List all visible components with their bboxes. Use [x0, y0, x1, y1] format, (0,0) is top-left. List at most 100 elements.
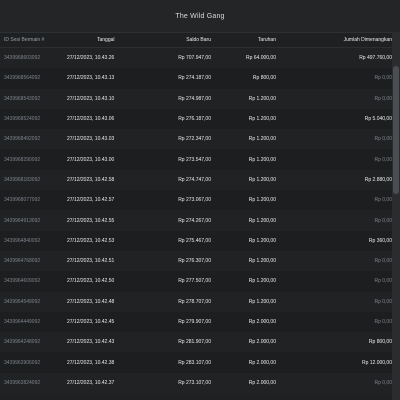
table-body: 3439968603092 27/12/2023, 10.43.26 Rp 707.… — [0, 48, 392, 394]
date-cell: 27/12/2023, 10.42.53 — [67, 237, 115, 244]
session-id-cell[interactable]: 3439964768092 — [0, 258, 67, 264]
date-cell: 27/12/2023, 10.43.26 — [67, 55, 115, 62]
win-cell: Rp 360,00 — [368, 237, 392, 244]
table-row[interactable]: 3439968603092 27/12/2023, 10.43.26 Rp 707.… — [0, 48, 392, 69]
date-cell: 27/12/2023, 10.42.45 — [67, 319, 115, 325]
win-cell: Rp 0,00 — [374, 156, 392, 163]
win-cell: Rp 0,00 — [374, 298, 392, 305]
balance-cell: Rp 276.187,00 — [178, 116, 211, 123]
session-id-cell[interactable]: 3439968524092 — [0, 116, 67, 122]
date-cell: 27/12/2023, 10.43.10 — [67, 95, 115, 102]
win-cell: Rp 0,00 — [374, 95, 392, 102]
session-id-cell[interactable]: 3439968564092 — [0, 75, 67, 81]
game-history-window: The Wild Gang ID Sesi Bermain # Tanggal … — [0, 0, 400, 400]
table-row[interactable]: 3439964609092 27/12/2023, 10.42.50 Rp 277.… — [0, 271, 392, 292]
session-id-cell[interactable]: 3439968290092 — [0, 157, 67, 163]
session-id-cell[interactable]: 3439968543092 — [0, 96, 67, 102]
date-cell: 27/12/2023, 10.42.37 — [67, 379, 115, 386]
table-row[interactable]: 3439964840092 27/12/2023, 10.42.53 Rp 275.… — [0, 230, 392, 251]
date-cell: 27/12/2023, 10.43.03 — [67, 136, 115, 143]
session-id-cell[interactable]: 3439968603092 — [0, 55, 67, 61]
table-row[interactable]: 3439968183092 27/12/2023, 10.42.58 Rp 274.… — [0, 169, 392, 191]
bet-cell: Rp 2.000,00 — [248, 379, 276, 386]
table-header: ID Sesi Bermain # Tanggal Saldo Baru Tar… — [0, 33, 392, 48]
balance-cell: Rp 274.987,00 — [178, 95, 211, 102]
session-id-cell[interactable]: 3439964913092 — [0, 218, 67, 224]
win-cell: Rp 0,00 — [374, 258, 392, 265]
session-id-cell[interactable]: 3439964840092 — [0, 238, 67, 244]
session-id-cell[interactable]: 3439968492092 — [0, 136, 67, 142]
table-row[interactable]: 3439964248092 27/12/2023, 10.42.43 Rp 281.… — [0, 332, 392, 353]
bet-cell: Rp 1.200,00 — [248, 217, 276, 224]
bet-cell: Rp 2.000,00 — [248, 359, 276, 366]
balance-cell: Rp 707.947,00 — [178, 55, 211, 62]
table-row[interactable]: 3439968524092 27/12/2023, 10.43.06 Rp 276.… — [0, 108, 392, 130]
session-id-cell[interactable]: 3439964449092 — [0, 319, 67, 325]
history-table: ID Sesi Bermain # Tanggal Saldo Baru Tar… — [0, 33, 392, 394]
session-id-cell[interactable]: 3439968077092 — [0, 197, 67, 203]
balance-cell: Rp 272.347,00 — [178, 136, 211, 143]
table-row[interactable]: 3439963824092 27/12/2023, 10.42.37 Rp 273.… — [0, 372, 392, 394]
win-cell: Rp 0,00 — [374, 136, 392, 143]
header-bet: Taruhan — [257, 37, 276, 43]
table-row[interactable]: 3439963906092 27/12/2023, 10.42.38 Rp 283.… — [0, 352, 392, 373]
date-cell: 27/12/2023, 10.43.13 — [67, 75, 115, 82]
table-row[interactable]: 3439968077092 27/12/2023, 10.42.57 Rp 273.… — [0, 190, 392, 211]
session-id-cell[interactable]: 3439963824092 — [0, 380, 67, 386]
win-cell: Rp 2.880,00 — [364, 176, 392, 183]
bet-cell: Rp 1.200,00 — [248, 237, 276, 244]
balance-cell: Rp 273.067,00 — [178, 197, 211, 204]
win-cell: Rp 497.760,00 — [359, 55, 392, 62]
bet-cell: Rp 1.200,00 — [248, 116, 276, 123]
window-title: The Wild Gang — [175, 12, 225, 20]
bet-cell: Rp 2.000,00 — [248, 339, 276, 346]
date-cell: 27/12/2023, 10.42.55 — [67, 217, 115, 224]
table-row[interactable]: 3439964768092 27/12/2023, 10.42.51 Rp 276.… — [0, 250, 392, 272]
bet-cell: Rp 800,00 — [252, 75, 276, 82]
session-id-cell[interactable]: 3439964248092 — [0, 339, 67, 345]
balance-cell: Rp 273.547,00 — [178, 156, 211, 163]
win-cell: Rp 0,00 — [374, 379, 392, 386]
bet-cell: Rp 1.200,00 — [248, 176, 276, 183]
date-cell: 27/12/2023, 10.42.38 — [67, 359, 115, 366]
balance-cell: Rp 276.307,00 — [178, 258, 211, 265]
balance-cell: Rp 279.907,00 — [178, 319, 211, 325]
balance-cell: Rp 281.907,00 — [178, 339, 211, 346]
title-bar: The Wild Gang — [0, 0, 400, 33]
session-id-cell[interactable]: 3439968183092 — [0, 177, 67, 183]
table-row[interactable]: 3439968290092 27/12/2023, 10.43.00 Rp 273.… — [0, 149, 392, 170]
session-id-cell[interactable]: 3439964609092 — [0, 278, 67, 284]
balance-cell: Rp 275.467,00 — [178, 237, 211, 244]
table-row[interactable]: 3439964913092 27/12/2023, 10.42.55 Rp 274.… — [0, 210, 392, 231]
balance-cell: Rp 273.107,00 — [178, 379, 211, 386]
date-cell: 27/12/2023, 10.43.00 — [67, 156, 115, 163]
scrollbar[interactable] — [392, 32, 400, 400]
header-balance: Saldo Baru — [186, 37, 211, 43]
table-row[interactable]: 3439968543092 27/12/2023, 10.43.10 Rp 274.… — [0, 88, 392, 109]
win-cell: Rp 12.000,00 — [361, 359, 392, 366]
bet-cell: Rp 1.200,00 — [248, 156, 276, 163]
session-id-cell[interactable]: 3439963906092 — [0, 360, 67, 366]
balance-cell: Rp 278.707,00 — [178, 298, 211, 305]
table-row[interactable]: 3439964449092 27/12/2023, 10.42.45 Rp 279.… — [0, 311, 392, 333]
table-row[interactable]: 3439968564092 27/12/2023, 10.43.13 Rp 274.… — [0, 68, 392, 89]
win-cell: Rp 800,00 — [368, 339, 392, 346]
scrollbar-thumb[interactable] — [393, 66, 399, 194]
date-cell: 27/12/2023, 10.43.06 — [67, 116, 115, 123]
bet-cell: Rp 1.200,00 — [248, 298, 276, 305]
table-row[interactable]: 3439964549092 27/12/2023, 10.42.48 Rp 278.… — [0, 291, 392, 312]
bet-cell: Rp 1.200,00 — [248, 136, 276, 143]
bet-cell: Rp 1.200,00 — [248, 197, 276, 204]
session-id-cell[interactable]: 3439964549092 — [0, 299, 67, 305]
win-cell: Rp 0,00 — [374, 75, 392, 82]
header-session-id: ID Sesi Bermain # — [4, 37, 45, 43]
date-cell: 27/12/2023, 10.42.48 — [67, 298, 115, 305]
table-row[interactable]: 3439968492092 27/12/2023, 10.43.03 Rp 272.… — [0, 129, 392, 150]
header-date: Tanggal — [97, 37, 115, 43]
bet-cell: Rp 64.000,00 — [245, 55, 276, 62]
bet-cell: Rp 1.200,00 — [248, 258, 276, 265]
date-cell: 27/12/2023, 10.42.50 — [67, 278, 115, 285]
win-cell: Rp 0,00 — [374, 197, 392, 204]
balance-cell: Rp 277.507,00 — [178, 278, 211, 285]
date-cell: 27/12/2023, 10.42.57 — [67, 197, 115, 204]
